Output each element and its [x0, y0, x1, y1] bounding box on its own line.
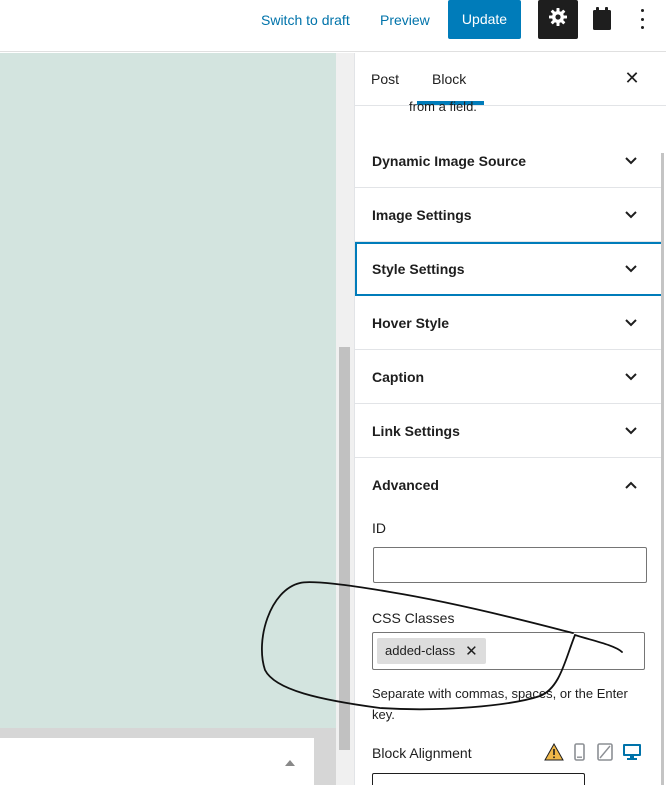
- update-button[interactable]: Update: [448, 0, 521, 39]
- canvas-scrollbar-thumb[interactable]: [339, 347, 350, 750]
- scroll-up-arrow-icon[interactable]: [285, 760, 295, 766]
- block-alignment-select[interactable]: [372, 773, 585, 785]
- panel-title: Caption: [372, 369, 425, 385]
- panel-image-settings[interactable]: Image Settings: [355, 188, 663, 242]
- panel-title: Image Settings: [372, 207, 472, 223]
- id-label: ID: [372, 520, 386, 536]
- more-options-button[interactable]: [632, 6, 652, 32]
- block-toolbar-panel: [0, 738, 314, 785]
- calendar-button[interactable]: [590, 5, 614, 31]
- sidebar-tabs: Post Block ✕: [355, 53, 666, 106]
- token-label: added-class: [385, 643, 456, 658]
- panel-dynamic-image-source[interactable]: Dynamic Image Source: [355, 134, 663, 188]
- panel-title: Dynamic Image Source: [372, 153, 527, 169]
- chevron-down-icon: [623, 262, 639, 276]
- chevron-down-icon: [623, 316, 639, 330]
- id-input[interactable]: [373, 547, 647, 583]
- css-classes-help: Separate with commas, spaces, or the Ent…: [372, 686, 628, 722]
- panel-style-settings[interactable]: Style Settings: [355, 242, 663, 296]
- gear-icon: [548, 7, 568, 32]
- settings-button[interactable]: [538, 0, 578, 39]
- chevron-down-icon: [623, 370, 639, 384]
- chevron-down-icon: [623, 154, 639, 168]
- css-classes-label: CSS Classes: [372, 610, 455, 626]
- alignment-device-toggles: [544, 742, 641, 761]
- editor-header: Switch to draft Preview Update: [0, 0, 666, 52]
- panel-title: Style Settings: [372, 261, 465, 277]
- panel-title: Link Settings: [372, 423, 460, 439]
- tablet-icon[interactable]: [596, 743, 614, 761]
- warning-icon: [544, 742, 564, 761]
- css-classes-input[interactable]: added-class ✕: [372, 632, 645, 670]
- chevron-up-icon: [623, 478, 639, 492]
- calendar-icon: [590, 7, 614, 35]
- panel-advanced[interactable]: Advanced: [355, 458, 663, 512]
- css-class-token: added-class ✕: [377, 638, 486, 664]
- panel-link-settings[interactable]: Link Settings: [355, 404, 663, 458]
- close-icon[interactable]: ✕: [623, 69, 641, 87]
- panel-help-text: from a field.: [409, 99, 477, 114]
- remove-token-icon[interactable]: ✕: [465, 644, 478, 659]
- panel-title: Advanced: [372, 477, 439, 493]
- chevron-down-icon: [623, 208, 639, 222]
- tab-block[interactable]: Block: [432, 71, 466, 87]
- editor-canvas[interactable]: [0, 53, 336, 728]
- panel-title: Hover Style: [372, 315, 450, 331]
- more-vertical-icon: [640, 9, 644, 12]
- chevron-down-icon: [623, 424, 639, 438]
- preview-button[interactable]: Preview: [380, 12, 430, 28]
- block-alignment-label: Block Alignment: [372, 745, 472, 761]
- switch-to-draft-button[interactable]: Switch to draft: [261, 12, 350, 28]
- settings-sidebar: Post Block ✕ from a field. Dynamic Image…: [354, 53, 666, 785]
- sidebar-scrollbar[interactable]: [661, 153, 664, 785]
- panel-caption[interactable]: Caption: [355, 350, 663, 404]
- tab-post[interactable]: Post: [371, 71, 399, 87]
- panel-hover-style[interactable]: Hover Style: [355, 296, 663, 350]
- mobile-icon[interactable]: [570, 743, 588, 761]
- desktop-icon[interactable]: [622, 743, 641, 761]
